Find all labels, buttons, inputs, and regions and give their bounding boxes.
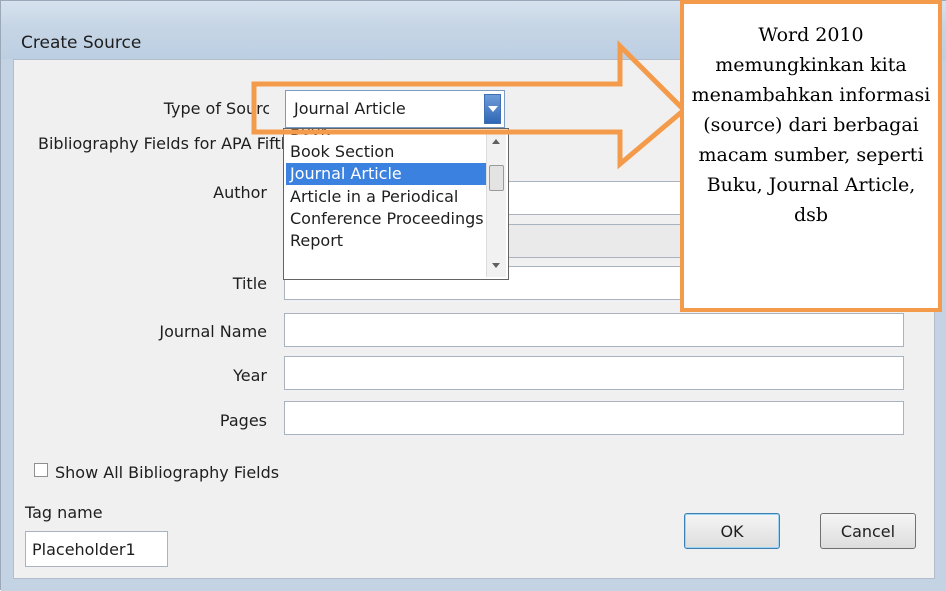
dropdown-option-book-section[interactable]: Book Section: [286, 141, 486, 163]
author-label: Author: [213, 183, 267, 202]
scroll-down-button[interactable]: [489, 257, 503, 275]
pages-field[interactable]: [284, 401, 904, 435]
window-frame-bottom: [1, 579, 946, 591]
combo-dropdown-button[interactable]: [484, 94, 501, 124]
dropdown-scrollbar[interactable]: [486, 131, 506, 277]
source-type-dropdown[interactable]: Book Book Section Journal Article Articl…: [283, 128, 509, 280]
window-frame-left: [1, 59, 13, 591]
type-of-source-value: Journal Article: [294, 99, 406, 118]
dropdown-option-report[interactable]: Report: [286, 230, 486, 252]
show-all-label[interactable]: Show All Bibliography Fields: [55, 463, 279, 482]
scroll-thumb[interactable]: [489, 165, 504, 191]
tag-name-input[interactable]: Placeholder1: [25, 531, 168, 567]
type-of-source-label: Type of Source: [163, 99, 281, 118]
journal-name-field[interactable]: [284, 313, 904, 347]
callout-text: Word 2010 memungkinkan kita menambahkan …: [691, 24, 931, 226]
dialog-title: Create Source: [21, 33, 142, 53]
ok-button[interactable]: OK: [684, 513, 780, 549]
scroll-up-button[interactable]: [489, 133, 503, 151]
type-of-source-combo[interactable]: Journal Article: [285, 90, 505, 128]
bibliography-fields-label: Bibliography Fields for APA Fifth Editio…: [38, 134, 283, 153]
annotation-callout: Word 2010 memungkinkan kita menambahkan …: [680, 0, 942, 312]
title-label: Title: [232, 274, 267, 293]
chevron-down-icon: [492, 263, 500, 268]
chevron-up-icon: [492, 139, 500, 144]
dropdown-option-conference-proceedings[interactable]: Conference Proceedings: [286, 208, 486, 230]
chevron-down-icon: [488, 106, 498, 112]
show-all-checkbox[interactable]: [34, 463, 48, 477]
dropdown-option-book[interactable]: Book: [286, 129, 486, 141]
dropdown-list: Book Book Section Journal Article Articl…: [286, 129, 486, 279]
year-label: Year: [233, 366, 267, 385]
dropdown-option-journal-article[interactable]: Journal Article: [286, 163, 486, 185]
journal-name-label: Journal Name: [159, 322, 267, 341]
dropdown-option-article-periodical[interactable]: Article in a Periodical: [286, 186, 486, 208]
cancel-button[interactable]: Cancel: [820, 513, 916, 549]
tag-name-label: Tag name: [25, 503, 103, 522]
year-field[interactable]: [284, 356, 904, 390]
pages-label: Pages: [219, 411, 267, 430]
